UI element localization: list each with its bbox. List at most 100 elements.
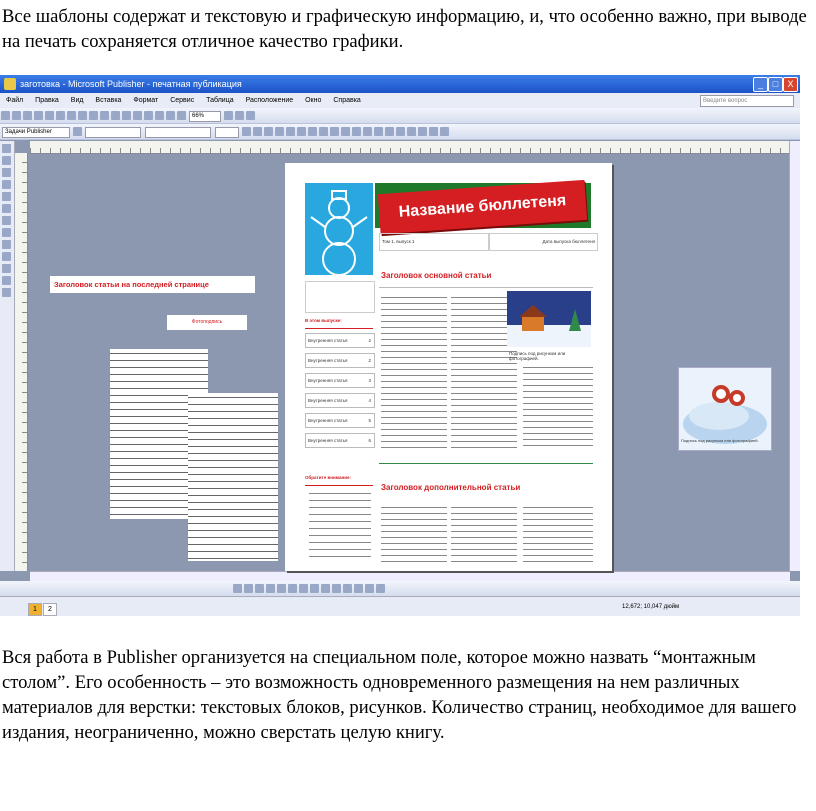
menu-help[interactable]: Справка — [333, 97, 360, 104]
rectangle-icon[interactable] — [2, 240, 11, 249]
line-style-icon[interactable] — [396, 127, 405, 136]
style-select[interactable] — [85, 127, 141, 138]
menu-insert[interactable]: Вставка — [95, 97, 121, 104]
format-painter-icon[interactable] — [100, 111, 109, 120]
main-column-1[interactable] — [381, 293, 447, 451]
align-left-icon[interactable] — [275, 127, 284, 136]
bold-icon[interactable] — [242, 127, 251, 136]
order-icon[interactable] — [133, 111, 142, 120]
draw-tool-icon[interactable] — [310, 584, 319, 593]
secondary-article-heading[interactable]: Заголовок дополнительной статьи — [381, 483, 520, 492]
menu-file[interactable]: Файл — [6, 97, 23, 104]
draw-tool-icon[interactable] — [365, 584, 374, 593]
house-caption[interactable]: Подпись под рисунком или фотографией. — [509, 351, 591, 361]
select-icon[interactable] — [2, 144, 11, 153]
picture-frame-icon[interactable] — [2, 192, 11, 201]
scratch-heading[interactable]: Заголовок статьи на последней странице — [50, 276, 255, 293]
vertical-scrollbar[interactable] — [789, 141, 800, 571]
arrow-icon[interactable] — [2, 216, 11, 225]
shadow-icon[interactable] — [429, 127, 438, 136]
html-icon[interactable] — [2, 288, 11, 297]
table-icon[interactable] — [2, 168, 11, 177]
page-1-tab[interactable]: 1 — [28, 603, 42, 616]
task-pane-select[interactable]: Задачи Publisher — [2, 127, 70, 138]
zoom-out-icon[interactable] — [224, 111, 233, 120]
preview-icon[interactable] — [45, 111, 54, 120]
house-picture[interactable] — [507, 291, 591, 347]
secondary-column-2[interactable] — [451, 503, 517, 567]
undo-icon[interactable] — [111, 111, 120, 120]
snowman-picture[interactable] — [305, 183, 373, 276]
page-2-tab[interactable]: 2 — [43, 603, 57, 616]
draw-tool-icon[interactable] — [266, 584, 275, 593]
columns-icon[interactable] — [155, 111, 164, 120]
justify-icon[interactable] — [308, 127, 317, 136]
oval-icon[interactable] — [2, 228, 11, 237]
draw-tool-icon[interactable] — [376, 584, 385, 593]
style-icon[interactable] — [73, 127, 82, 136]
bullets-icon[interactable] — [330, 127, 339, 136]
draw-tool-icon[interactable] — [321, 584, 330, 593]
draw-tool-icon[interactable] — [354, 584, 363, 593]
print-icon[interactable] — [34, 111, 43, 120]
minimize-button[interactable]: _ — [753, 77, 768, 92]
outdent-icon[interactable] — [352, 127, 361, 136]
menu-table[interactable]: Таблица — [206, 97, 233, 104]
zoom-select[interactable]: 66% — [189, 111, 221, 122]
main-column-3[interactable] — [523, 363, 593, 451]
font-size-select[interactable] — [215, 127, 239, 138]
copy-icon[interactable] — [78, 111, 87, 120]
vertical-ruler[interactable] — [15, 153, 28, 571]
dash-style-icon[interactable] — [407, 127, 416, 136]
cut-icon[interactable] — [67, 111, 76, 120]
maximize-button[interactable]: □ — [768, 77, 783, 92]
autoshapes-icon[interactable] — [2, 252, 11, 261]
menu-format[interactable]: Формат — [133, 97, 158, 104]
text-box-icon[interactable] — [2, 156, 11, 165]
main-article-heading[interactable]: Заголовок основной статьи — [381, 271, 491, 280]
publication-page[interactable]: Название бюллетеня Том 1, выпуск 1 Дата … — [285, 163, 612, 571]
secondary-column-3[interactable] — [523, 503, 593, 567]
scratch-text-block-2[interactable] — [188, 393, 278, 561]
menu-tools[interactable]: Сервис — [170, 97, 194, 104]
menu-window[interactable]: Окно — [305, 97, 321, 104]
picture-icon[interactable] — [166, 111, 175, 120]
line-icon[interactable] — [2, 204, 11, 213]
paste-icon[interactable] — [89, 111, 98, 120]
save-icon[interactable] — [23, 111, 32, 120]
close-button[interactable]: X — [783, 77, 798, 92]
secondary-column-1[interactable] — [381, 503, 447, 567]
menu-edit[interactable]: Правка — [35, 97, 59, 104]
volume-label[interactable]: Том 1, выпуск 1 — [379, 233, 489, 251]
draw-tool-icon[interactable] — [288, 584, 297, 593]
draw-tool-icon[interactable] — [299, 584, 308, 593]
wordart-icon[interactable] — [2, 180, 11, 189]
scratch-picture[interactable]: Подпись под рисунком или фотографией. — [678, 367, 772, 451]
help-icon[interactable] — [246, 111, 255, 120]
font-select[interactable] — [145, 127, 211, 138]
numbering-icon[interactable] — [319, 127, 328, 136]
indent-icon[interactable] — [341, 127, 350, 136]
frame-icon[interactable] — [177, 111, 186, 120]
italic-icon[interactable] — [253, 127, 262, 136]
3d-icon[interactable] — [440, 127, 449, 136]
arrow-style-icon[interactable] — [418, 127, 427, 136]
contents-row[interactable]: Внутренняя статья 2 — [305, 353, 375, 368]
draw-tool-icon[interactable] — [332, 584, 341, 593]
menu-arrange[interactable]: Расположение — [246, 97, 294, 104]
draw-tool-icon[interactable] — [244, 584, 253, 593]
redo-icon[interactable] — [122, 111, 131, 120]
logo-placeholder[interactable] — [305, 281, 375, 313]
line-color-icon[interactable] — [385, 127, 394, 136]
insert-table-icon[interactable] — [144, 111, 153, 120]
draw-tool-icon[interactable] — [255, 584, 264, 593]
contents-row[interactable]: Внутренняя статья 5 — [305, 413, 375, 428]
spell-icon[interactable] — [56, 111, 65, 120]
draw-tool-icon[interactable] — [233, 584, 242, 593]
scratch-caption[interactable]: Фотоподпись — [167, 315, 247, 330]
draw-tool-icon[interactable] — [277, 584, 286, 593]
align-center-icon[interactable] — [286, 127, 295, 136]
date-label[interactable]: Дата выпуска бюллетеня — [489, 233, 598, 251]
help-search-input[interactable]: Введите вопрос — [700, 95, 794, 107]
form-control-icon[interactable] — [2, 276, 11, 285]
